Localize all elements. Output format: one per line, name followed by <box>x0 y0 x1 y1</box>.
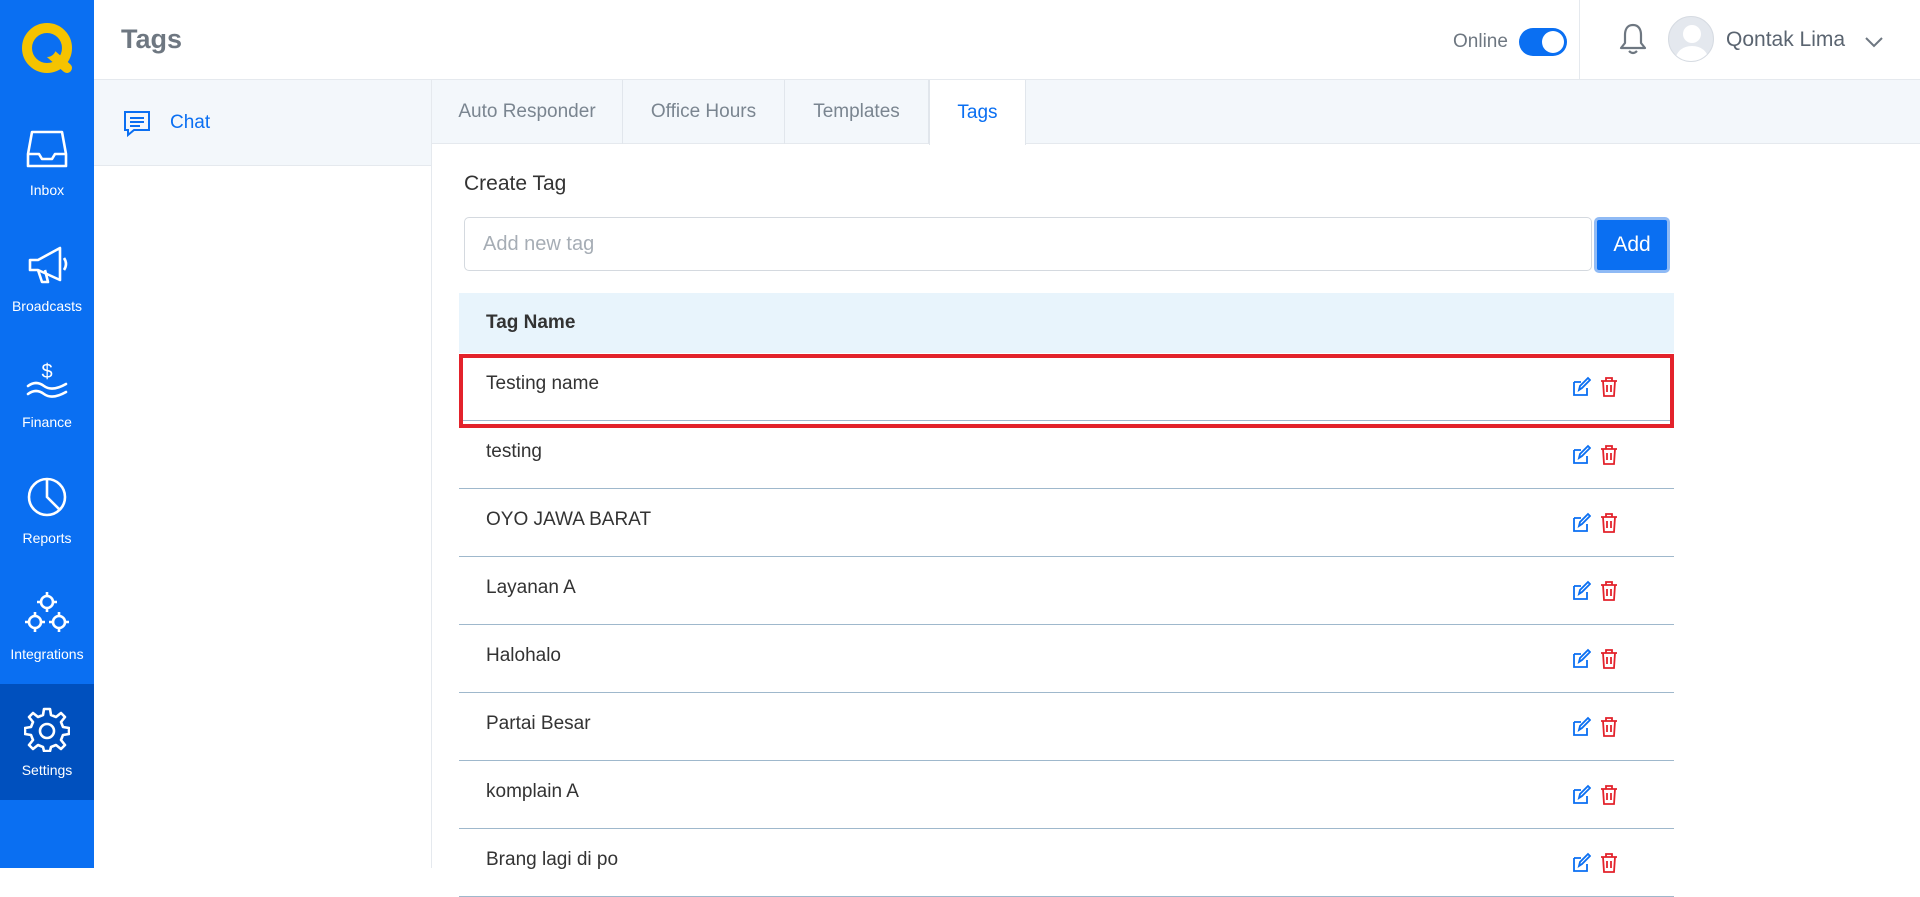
table-row: Layanan A <box>459 557 1674 625</box>
row-actions <box>1571 852 1619 874</box>
add-tag-button[interactable]: Add <box>1594 217 1670 273</box>
rail-label: Integrations <box>10 646 84 662</box>
table-row: komplain A <box>459 761 1674 829</box>
settings-tabs: Auto Responder Office Hours Templates Ta… <box>432 80 1920 145</box>
edit-icon[interactable] <box>1571 648 1591 670</box>
integrations-icon <box>25 592 69 632</box>
tag-name: Testing name <box>486 372 600 394</box>
edit-icon[interactable] <box>1571 716 1591 738</box>
avatar[interactable] <box>1668 16 1714 62</box>
row-actions <box>1571 648 1619 670</box>
trash-icon[interactable] <box>1599 376 1619 398</box>
edit-icon[interactable] <box>1571 580 1591 602</box>
tags-table: Tag Name Testing name testing OYO JAWA BAR… <box>459 293 1674 897</box>
tab-office-hours[interactable]: Office Hours <box>623 80 785 144</box>
online-label: Online <box>1453 31 1508 52</box>
rail-item-finance[interactable]: $ Finance <box>0 336 94 452</box>
tag-name: Partai Besar <box>486 712 591 734</box>
logo-icon <box>22 23 72 73</box>
toggle-knob <box>1541 31 1564 53</box>
trash-icon[interactable] <box>1599 580 1619 602</box>
table-row: OYO JAWA BARAT <box>459 489 1674 557</box>
tag-name: komplain A <box>486 780 579 802</box>
rail-label: Reports <box>22 530 72 546</box>
trash-icon[interactable] <box>1599 444 1619 466</box>
page-title: Tags <box>121 24 183 54</box>
tab-tags[interactable]: Tags <box>929 80 1026 145</box>
qontak-logo[interactable] <box>0 0 94 96</box>
online-status: Online <box>1453 28 1567 56</box>
rail-item-reports[interactable]: Reports <box>0 452 94 568</box>
gear-icon <box>24 707 70 752</box>
tag-name: Layanan A <box>486 576 576 598</box>
row-actions <box>1571 512 1619 534</box>
tag-name: Halohalo <box>486 644 561 666</box>
row-actions <box>1571 444 1619 466</box>
user-name[interactable]: Qontak Lima <box>1726 28 1845 52</box>
rail-item-inbox[interactable]: Inbox <box>0 104 94 220</box>
rail-item-settings[interactable]: Settings <box>0 684 94 800</box>
tag-name: testing <box>486 440 542 462</box>
edit-icon[interactable] <box>1571 512 1591 534</box>
tab-auto-responder[interactable]: Auto Responder <box>432 80 623 144</box>
rail-label: Inbox <box>29 182 65 198</box>
trash-icon[interactable] <box>1599 784 1619 806</box>
trash-icon[interactable] <box>1599 512 1619 534</box>
edit-icon[interactable] <box>1571 852 1591 874</box>
rail-label: Finance <box>22 414 72 430</box>
new-tag-input[interactable] <box>464 217 1592 271</box>
pie-chart-icon <box>27 477 67 517</box>
tag-name: Brang lagi di po <box>486 848 619 870</box>
rail-item-broadcasts[interactable]: Broadcasts <box>0 220 94 336</box>
megaphone-icon <box>28 246 68 284</box>
row-actions <box>1571 716 1619 738</box>
table-row: testing <box>459 421 1674 489</box>
edit-icon[interactable] <box>1571 444 1591 466</box>
row-actions <box>1571 376 1619 398</box>
table-header: Tag Name <box>459 293 1674 353</box>
trash-icon[interactable] <box>1599 648 1619 670</box>
header-divider <box>1579 0 1580 80</box>
online-toggle[interactable] <box>1518 28 1567 56</box>
trash-icon[interactable] <box>1599 852 1619 874</box>
subsidebar-item-label: Chat <box>170 111 211 133</box>
tag-name: OYO JAWA BARAT <box>486 508 652 530</box>
chevron-down-icon[interactable] <box>1862 30 1886 54</box>
row-actions <box>1571 784 1619 806</box>
left-rail: Inbox Broadcasts $ Finance Reports Integ… <box>0 0 94 868</box>
rail-item-integrations[interactable]: Integrations <box>0 568 94 684</box>
chat-icon <box>124 110 150 137</box>
row-actions <box>1571 580 1619 602</box>
subsidebar-item-chat[interactable]: Chat <box>94 80 431 166</box>
create-tag-title: Create Tag <box>464 172 567 195</box>
top-header: Tags Online Qontak Lima <box>94 0 1920 80</box>
edit-icon[interactable] <box>1571 376 1591 398</box>
tab-templates[interactable]: Templates <box>785 80 929 144</box>
svg-text:$: $ <box>41 361 52 383</box>
table-body: Testing name testing OYO JAWA BARAT Layanan… <box>459 353 1674 897</box>
trash-icon[interactable] <box>1599 716 1619 738</box>
table-row: Partai Besar <box>459 693 1674 761</box>
edit-icon[interactable] <box>1571 784 1591 806</box>
table-row: Brang lagi di po <box>459 829 1674 897</box>
rail-label: Settings <box>21 762 73 778</box>
settings-subsidebar: Chat <box>94 80 432 868</box>
table-row: Halohalo <box>459 625 1674 693</box>
inbox-icon <box>26 130 68 168</box>
user-avatar-icon <box>1674 25 1710 61</box>
finance-icon: $ <box>26 361 68 398</box>
rail-label: Broadcasts <box>11 298 83 314</box>
bell-icon[interactable] <box>1618 22 1648 56</box>
table-row: Testing name <box>459 353 1674 421</box>
